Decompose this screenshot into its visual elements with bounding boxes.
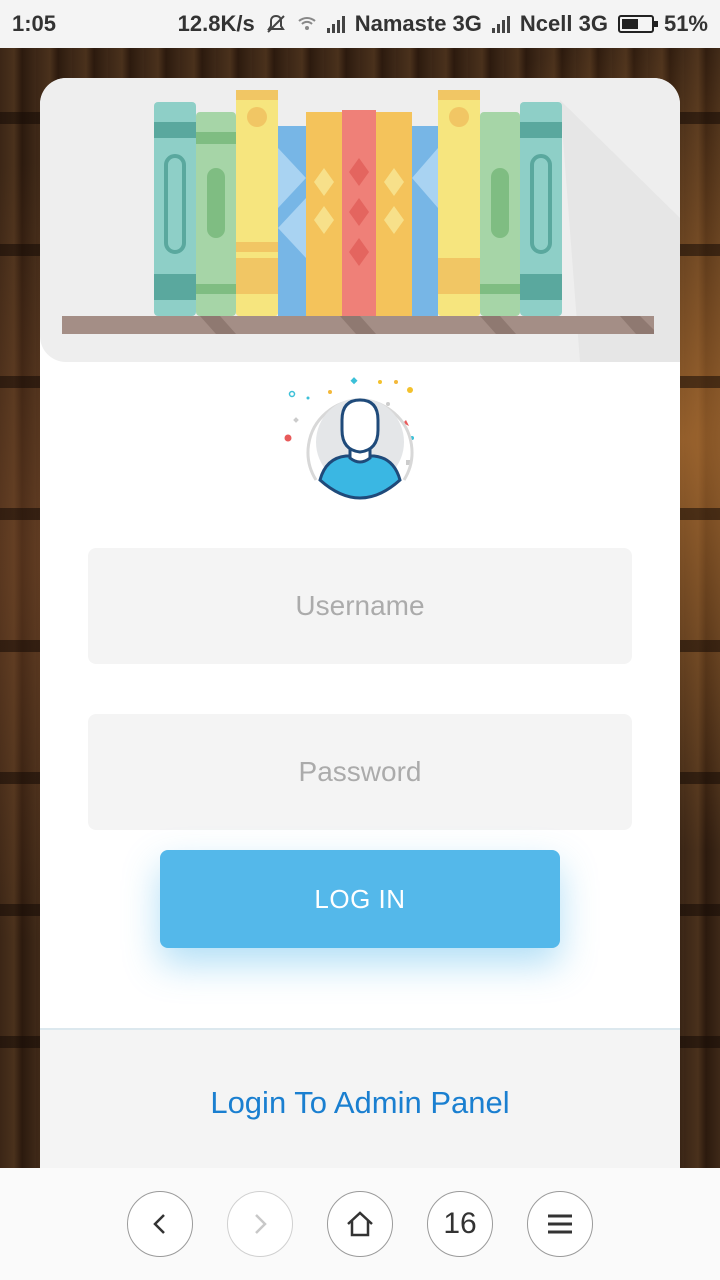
card-header xyxy=(40,78,680,362)
card-footer: Login To Admin Panel xyxy=(40,1028,680,1170)
browser-nav-bar: 16 xyxy=(0,1168,720,1280)
home-button[interactable] xyxy=(327,1191,393,1257)
password-field[interactable] xyxy=(88,714,632,830)
admin-panel-link[interactable]: Login To Admin Panel xyxy=(210,1085,509,1121)
back-button[interactable] xyxy=(127,1191,193,1257)
username-field[interactable] xyxy=(88,548,632,664)
battery-icon xyxy=(617,15,658,33)
tab-count: 16 xyxy=(443,1207,477,1240)
tabs-button[interactable]: 16 xyxy=(427,1191,493,1257)
home-icon xyxy=(347,1211,373,1237)
chevron-right-icon xyxy=(255,1214,267,1234)
hamburger-menu-icon xyxy=(548,1214,572,1234)
login-button[interactable]: LOG IN xyxy=(160,850,560,948)
bookshelf-illustration xyxy=(62,90,680,362)
status-right: 12.8K/s Namaste 3G Ncell 3G 51% xyxy=(178,11,708,37)
forward-button[interactable] xyxy=(227,1191,293,1257)
network-speed: 12.8K/s xyxy=(177,11,255,36)
wifi-icon xyxy=(298,17,316,30)
status-time: 1:05 xyxy=(12,11,57,36)
bell-muted-icon xyxy=(266,14,285,33)
battery-level: 51% xyxy=(663,11,708,36)
carrier-2: Ncell 3G xyxy=(519,11,608,36)
signal-icon xyxy=(326,15,345,33)
signal-icon xyxy=(491,15,510,33)
chevron-left-icon xyxy=(153,1214,165,1234)
carrier-1: Namaste 3G xyxy=(354,11,482,36)
user-avatar-icon xyxy=(284,377,414,500)
menu-button[interactable] xyxy=(527,1191,593,1257)
login-card: LOG IN Login To Admin Panel xyxy=(40,78,680,1170)
status-bar: 1:05 12.8K/s Namaste 3G Ncell 3G 51% xyxy=(0,0,720,48)
avatar xyxy=(280,368,440,508)
